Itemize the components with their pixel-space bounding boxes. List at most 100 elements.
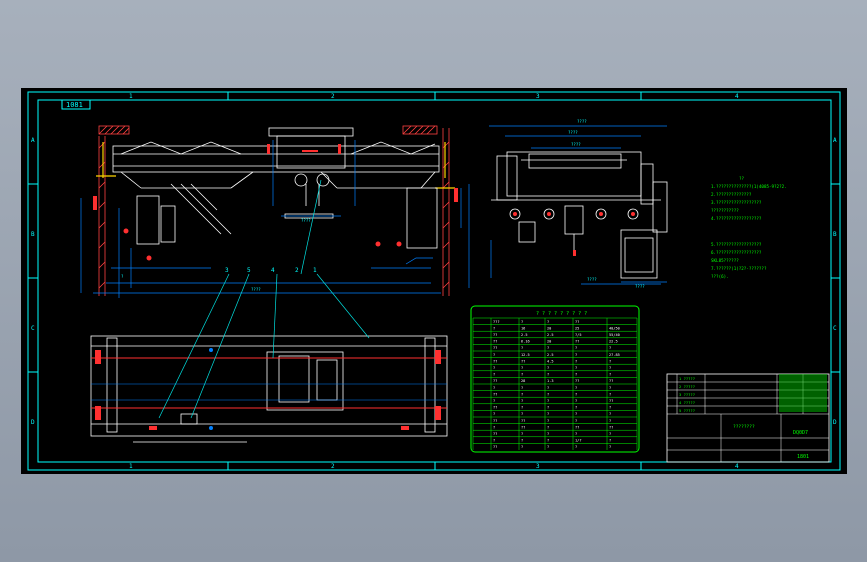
- param-table-cell: ?: [575, 412, 577, 416]
- param-table-cell: 27.85: [609, 353, 620, 357]
- param-table-cell: ?: [521, 399, 523, 403]
- zone-label-top-1: 1: [129, 93, 133, 100]
- param-table-cell: ?: [609, 406, 611, 410]
- param-table-cell: ?: [547, 392, 549, 396]
- svg-text:????: ????: [587, 277, 597, 282]
- zone-label-side-D: D: [31, 419, 35, 426]
- param-table-cell: 20: [547, 326, 551, 330]
- zone-label-side-C: C: [31, 325, 35, 332]
- drawing-sheet[interactable]: 1 2 3 4 1 2 3 4 A B C D A B C D 1081 ???…: [21, 88, 847, 474]
- balloon-2[interactable]: 2: [295, 267, 299, 274]
- balloon-4[interactable]: 4: [271, 267, 275, 274]
- param-table-cell: ?: [575, 406, 577, 410]
- param-table-cell: 25: [575, 326, 579, 330]
- param-table-cell: ?: [493, 386, 495, 390]
- param-table-cell: ?: [547, 366, 549, 370]
- param-table-cell: ??: [575, 425, 579, 429]
- drawing-code: 1801: [797, 454, 809, 460]
- balloon-5[interactable]: 5: [247, 267, 251, 274]
- svg-text:????: ????: [577, 119, 587, 124]
- param-table-cell: ?: [493, 412, 495, 416]
- svg-text:????: ????: [301, 218, 311, 223]
- zone-label-side-B-right: B: [833, 231, 837, 238]
- param-table-cell: ?: [609, 392, 611, 396]
- balloon-1[interactable]: 1: [313, 267, 317, 274]
- param-table-cell: ??: [575, 379, 579, 383]
- svg-text:3.??????????????????: 3.??????????????????: [711, 200, 762, 205]
- param-table-cell: ?: [547, 412, 549, 416]
- svg-text:6.??????????????????: 6.??????????????????: [711, 250, 762, 255]
- param-table-cell: ??: [609, 399, 613, 403]
- param-table-cell: ?: [547, 439, 549, 443]
- svg-text:????: ????: [251, 287, 261, 292]
- param-table-cell: ?: [521, 320, 523, 324]
- title-tag: 1081: [66, 101, 83, 109]
- param-table-cell: ?: [609, 373, 611, 377]
- param-table-cell: ?: [521, 373, 523, 377]
- param-table-cell: ?: [521, 392, 523, 396]
- param-table-cell: ?: [575, 432, 577, 436]
- param-table-cell: ??: [521, 419, 525, 423]
- title-block[interactable]: 1 ????? 2 ????? 3 ????? 4 ????? 5 ????? …: [666, 373, 830, 463]
- param-table-cell: ??: [493, 333, 497, 337]
- side-elevation[interactable]: ???????????? ????????: [489, 119, 668, 289]
- parameter-table[interactable]: ? ? ? ? ? ? ? ? ? ???????? 16 20 25 40/50?? 2…: [470, 305, 640, 453]
- zone-label-side-B: B: [31, 231, 35, 238]
- param-table-cell: ?: [493, 353, 495, 357]
- cad-viewport: 1 2 3 4 1 2 3 4 A B C D A B C D 1081 ???…: [0, 0, 867, 562]
- param-table-cell: ?: [521, 445, 523, 449]
- param-table-cell: ?: [521, 346, 523, 350]
- param-table-cell: ?: [547, 406, 549, 410]
- param-table-cell: ?: [547, 346, 549, 350]
- svg-text:?: ?: [121, 274, 124, 279]
- zone-label-bottom-3: 3: [536, 463, 540, 470]
- param-table-cell: ?: [521, 432, 523, 436]
- param-table-cell: ?: [547, 373, 549, 377]
- param-table-cell: ??: [609, 379, 613, 383]
- param-table-cell: ?: [521, 439, 523, 443]
- parts-row-1: 1 ?????: [679, 376, 695, 381]
- param-table-cell: ?: [493, 326, 495, 330]
- param-table-title: ? ? ? ? ? ? ? ? ?: [536, 311, 587, 317]
- param-table-cell: 1/?: [575, 439, 582, 443]
- param-table-cell: 1.3: [547, 379, 554, 383]
- param-table-cell: ?: [547, 386, 549, 390]
- param-table-cell: ?: [547, 445, 549, 449]
- param-table-cell: ?: [493, 366, 495, 370]
- param-table-cell: ?: [547, 419, 549, 423]
- param-table-cell: ?: [521, 386, 523, 390]
- param-table-cell: ??: [493, 392, 497, 396]
- svg-text:SKL85??????: SKL85??????: [711, 258, 739, 263]
- svg-text:????: ????: [571, 142, 581, 147]
- param-table-cell: ?: [493, 439, 495, 443]
- param-table-cell: ?: [609, 419, 611, 423]
- drawing-title: ????????: [733, 424, 755, 430]
- param-table-cell: ?: [609, 445, 611, 449]
- param-table-cell: ??: [493, 359, 497, 363]
- param-table-cell: ?/5: [575, 333, 582, 337]
- plan-view[interactable]: [90, 335, 448, 443]
- param-table-cell: ?: [575, 399, 577, 403]
- param-table-cell: ?: [609, 386, 611, 390]
- param-table-cell: ?: [609, 432, 611, 436]
- svg-text:2.??????????????: 2.??????????????: [711, 192, 752, 197]
- param-table-cell: ??: [575, 320, 579, 324]
- param-table-cell: ?: [521, 366, 523, 370]
- param-table-cell: 22.5: [609, 340, 618, 344]
- parts-row-4: 4 ?????: [679, 400, 695, 405]
- svg-text:???????????: ???????????: [711, 208, 739, 213]
- front-elevation[interactable]: ???? ? ????: [80, 125, 470, 298]
- balloon-3[interactable]: 3: [225, 267, 229, 274]
- parts-row-5: 5 ?????: [679, 408, 695, 413]
- param-table-cell: ?: [575, 419, 577, 423]
- param-table-cell: ?: [609, 346, 611, 350]
- param-table-cell: ??: [575, 340, 579, 344]
- param-table-cell: ?: [493, 425, 495, 429]
- cad-drawing: 1 2 3 4 1 2 3 4 A B C D A B C D 1081 ???…: [27, 91, 841, 471]
- param-table-cell: 55/40: [609, 333, 620, 337]
- svg-text:4.??????????????????: 4.??????????????????: [711, 216, 762, 221]
- param-table-cell: 2.5: [547, 353, 554, 357]
- param-table-cell: ??: [493, 346, 497, 350]
- svg-text:????: ????: [635, 284, 645, 289]
- param-table-cell: ?: [547, 425, 549, 429]
